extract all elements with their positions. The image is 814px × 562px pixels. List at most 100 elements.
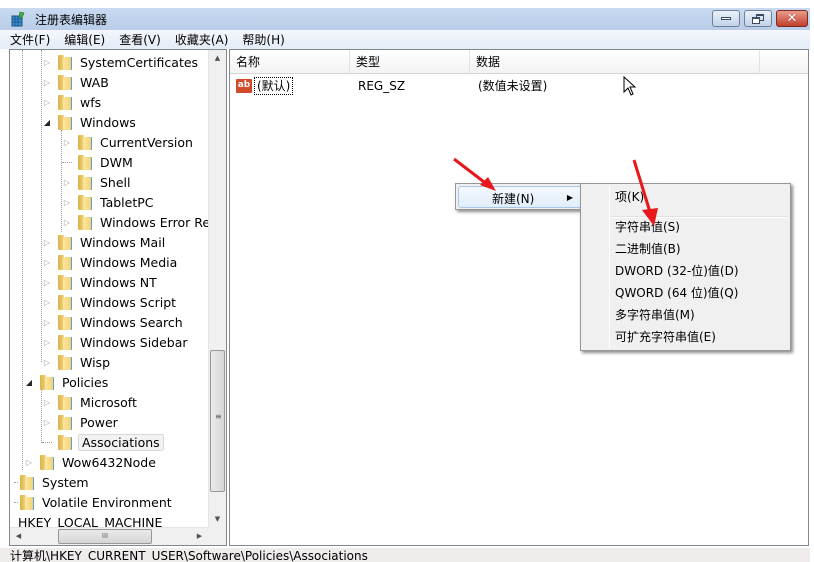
menu-file[interactable]: 文件(F) <box>10 31 50 48</box>
expand-arrow-icon[interactable]: ▷ <box>62 178 72 187</box>
submenu-item-dword-value[interactable]: DWORD (32-位)值(D) <box>615 261 739 281</box>
tree-item-label: Volatile Environment <box>42 494 172 510</box>
folder-icon <box>20 494 34 510</box>
tree-item[interactable]: ▷ Windows Mail <box>42 232 167 252</box>
expand-arrow-icon[interactable]: ▷ <box>42 298 52 307</box>
value-type: REG_SZ <box>358 79 406 93</box>
folder-icon <box>58 94 72 110</box>
scroll-right-arrow-icon[interactable]: ▶ <box>191 528 208 545</box>
folder-icon <box>40 374 54 390</box>
expand-arrow-icon[interactable]: ▷ <box>62 218 72 227</box>
tree-item[interactable]: HKEY_LOCAL_MACHINE <box>16 512 164 529</box>
folder-icon <box>58 414 72 430</box>
collapse-arrow-icon[interactable]: ◢ <box>24 378 34 387</box>
tree-horizontal-scrollbar[interactable]: ◀ III ▶ <box>10 527 208 545</box>
string-value-icon: ab <box>236 79 252 93</box>
tree-item-label: Windows Mail <box>80 234 166 250</box>
folder-icon <box>58 274 72 290</box>
folder-icon <box>58 394 72 410</box>
expand-arrow-icon[interactable]: ▷ <box>42 338 52 347</box>
horizontal-scroll-thumb[interactable]: III <box>58 529 152 544</box>
folder-icon <box>78 174 92 190</box>
tree-vertical-scrollbar[interactable]: ▲ ≡ ▼ <box>208 50 226 528</box>
vertical-scroll-thumb[interactable]: ≡ <box>210 350 225 492</box>
submenu-item-expandable-string-value[interactable]: 可扩充字符串值(E) <box>615 327 716 347</box>
tree-item[interactable]: ▷ Wisp <box>42 352 112 372</box>
tree-item-label: Windows Media <box>80 254 178 270</box>
table-row[interactable]: ab (默认) REG_SZ (数值未设置) <box>230 76 808 96</box>
expand-arrow-icon[interactable]: ▷ <box>62 138 72 147</box>
tree-item[interactable]: DWM <box>62 152 135 172</box>
tree-item[interactable]: ▷ CurrentVersion <box>62 132 195 152</box>
scroll-left-arrow-icon[interactable]: ◀ <box>10 528 27 545</box>
mouse-pointer-icon <box>623 76 637 96</box>
scroll-up-arrow-icon[interactable]: ▲ <box>209 50 226 67</box>
column-header-type[interactable]: 类型 <box>350 50 470 74</box>
column-header-name[interactable]: 名称 <box>230 50 350 74</box>
submenu-item-key[interactable]: 项(K) <box>615 187 644 207</box>
expand-arrow-icon[interactable]: ▷ <box>42 358 52 367</box>
close-button[interactable]: ✕ <box>776 10 808 27</box>
tree-item-label: Microsoft <box>80 394 137 410</box>
expand-arrow-icon[interactable]: ▷ <box>42 418 52 427</box>
status-path: 计算机\HKEY_CURRENT_USER\Software\Policies\… <box>10 549 368 562</box>
submenu-item-multi-string-value[interactable]: 多字符串值(M) <box>615 305 695 325</box>
restore-button[interactable] <box>744 10 772 27</box>
menu-help[interactable]: 帮助(H) <box>242 31 284 48</box>
tree-item-label: TabletPC <box>100 194 154 210</box>
expand-arrow-icon[interactable]: ▷ <box>42 318 52 327</box>
registry-tree-pane: ▷ SystemCertificates ▷ WAB ▷ wfs ◢ Windows ▷ Curr… <box>9 49 227 546</box>
menu-view[interactable]: 查看(V) <box>119 31 161 48</box>
expand-arrow-icon[interactable]: ▷ <box>42 58 52 67</box>
context-menu-new-label: 新建(N) <box>492 192 535 206</box>
context-menu-new[interactable]: 新建(N) ▶ <box>458 186 582 208</box>
submenu-item-qword-value[interactable]: QWORD (64 位)值(Q) <box>615 283 738 303</box>
folder-icon <box>58 294 72 310</box>
expand-arrow-icon[interactable]: ▷ <box>42 258 52 267</box>
folder-icon <box>58 54 72 70</box>
minimize-button[interactable] <box>712 10 740 27</box>
tree-item[interactable]: ▷ Windows Search <box>42 312 185 332</box>
tree-item-label: wfs <box>80 94 102 110</box>
tree-item[interactable]: ▷ wfs <box>42 92 103 112</box>
expand-arrow-icon[interactable]: ▷ <box>62 198 72 207</box>
tree-item[interactable]: ▷ Windows Media <box>42 252 179 272</box>
registry-tree: ▷ SystemCertificates ▷ WAB ▷ wfs ◢ Windows ▷ Curr… <box>10 50 208 528</box>
tree-item[interactable]: ▷ WAB <box>42 72 111 92</box>
collapse-arrow-icon[interactable]: ◢ <box>42 118 52 127</box>
menu-edit[interactable]: 编辑(E) <box>64 31 105 48</box>
expand-arrow-icon[interactable]: ▷ <box>42 78 52 87</box>
tree-item[interactable]: System <box>14 472 91 492</box>
tree-item-label: System <box>42 474 89 490</box>
folder-icon <box>58 114 72 130</box>
tree-item[interactable]: ◢ Windows <box>42 112 138 132</box>
tree-item[interactable]: ▷ Shell <box>62 172 133 192</box>
tree-item[interactable]: ▷ SystemCertificates <box>42 52 200 72</box>
submenu-item-string-value[interactable]: 字符串值(S) <box>615 217 680 237</box>
tree-item[interactable]: ▷ Wow6432Node <box>24 452 158 472</box>
minimize-icon <box>721 17 731 20</box>
close-icon: ✕ <box>786 11 798 26</box>
tree-item[interactable]: ▷ Windows Sidebar <box>42 332 190 352</box>
folder-icon <box>78 134 92 150</box>
expand-arrow-icon[interactable]: ▷ <box>24 458 34 467</box>
tree-item[interactable]: ▷ TabletPC <box>62 192 156 212</box>
tree-item[interactable]: Volatile Environment <box>14 492 174 512</box>
menu-favorites[interactable]: 收藏夹(A) <box>175 31 229 48</box>
tree-item[interactable]: ▷ Windows Script <box>42 292 178 312</box>
submenu-item-binary-value[interactable]: 二进制值(B) <box>615 239 681 259</box>
expand-arrow-icon[interactable]: ▷ <box>42 278 52 287</box>
expand-arrow-icon[interactable]: ▷ <box>42 238 52 247</box>
tree-item[interactable]: ▷ Power <box>42 412 120 432</box>
tree-item[interactable]: ▷ Windows Error Rep <box>62 212 208 232</box>
column-header-data[interactable]: 数据 <box>470 50 760 74</box>
value-name: (默认) <box>254 77 294 95</box>
tree-item-label: Power <box>80 414 118 430</box>
tree-item[interactable]: ▷ Windows NT <box>42 272 159 292</box>
expand-arrow-icon[interactable]: ▷ <box>42 398 52 407</box>
tree-item[interactable]: ◢ Policies <box>24 372 110 392</box>
tree-item[interactable]: ▷ Microsoft <box>42 392 139 412</box>
tree-item[interactable]: Associations <box>42 432 164 452</box>
scroll-down-arrow-icon[interactable]: ▼ <box>209 511 226 528</box>
expand-arrow-icon[interactable]: ▷ <box>42 98 52 107</box>
